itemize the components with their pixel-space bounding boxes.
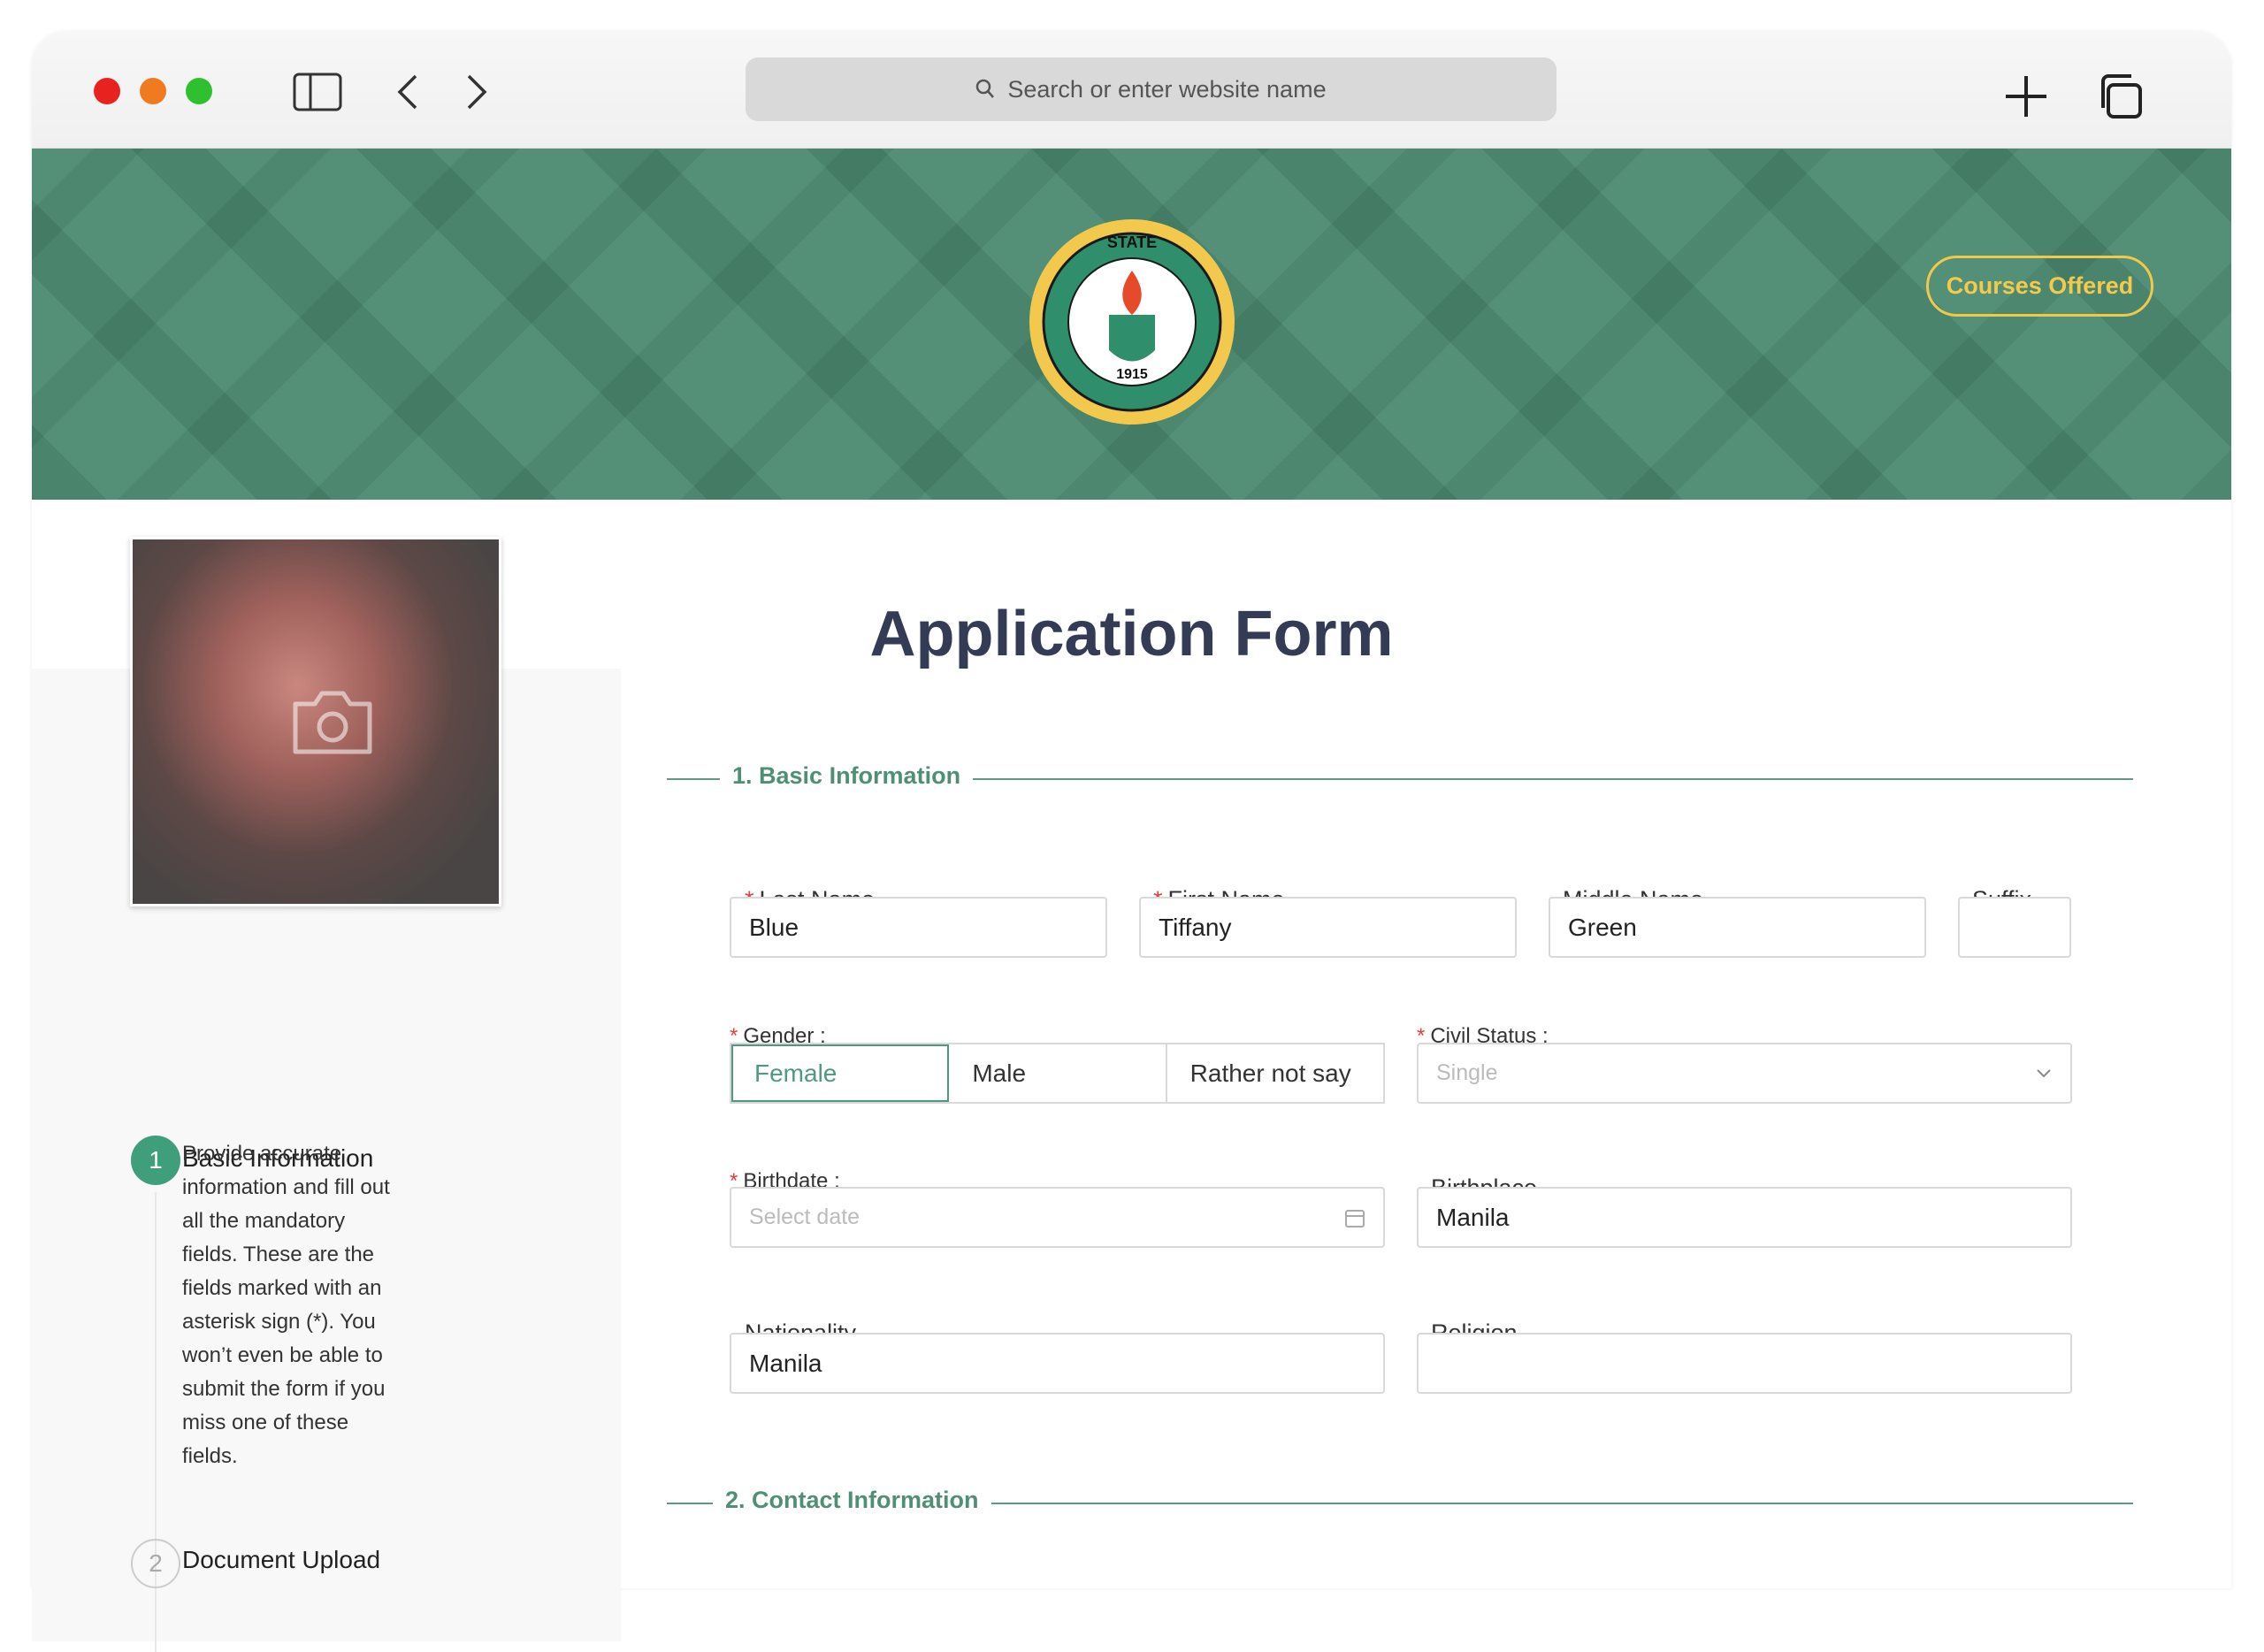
birthdate-placeholder: Select date (749, 1205, 860, 1229)
section-basic-title: 1. Basic Information (720, 762, 974, 790)
gender-option-male[interactable]: Male (949, 1044, 1167, 1102)
nationality-input[interactable]: Manila (730, 1333, 1385, 1394)
civil-status-select[interactable]: Single (1417, 1043, 2072, 1104)
back-icon[interactable] (394, 73, 421, 111)
birthdate-input[interactable]: Select date (730, 1187, 1385, 1248)
url-placeholder: Search or enter website name (1007, 75, 1327, 103)
svg-text:1915: 1915 (1116, 367, 1148, 382)
courses-offered-button[interactable]: Courses Offered (1926, 256, 2153, 317)
close-window-button[interactable] (94, 78, 120, 104)
browser-toolbar: Search or enter website name (32, 32, 2231, 149)
search-icon (976, 79, 995, 98)
sidebar-toggle-icon[interactable] (293, 73, 342, 111)
middle-name-input[interactable]: Green (1549, 897, 1926, 958)
header-banner: 1915 STATE Courses Offered (32, 149, 2231, 500)
birthplace-input[interactable]: Manila (1417, 1187, 2072, 1248)
new-tab-icon[interactable] (2004, 74, 2048, 119)
gender-option-rather-not-say[interactable]: Rather not say (1167, 1044, 1383, 1102)
maximize-window-button[interactable] (186, 78, 212, 104)
last-name-input[interactable]: Blue (730, 897, 1107, 958)
chevron-down-icon (2037, 1068, 2051, 1077)
camera-icon (293, 691, 372, 754)
section-contact-title: 2. Contact Information (713, 1487, 991, 1514)
calendar-icon (1345, 1209, 1365, 1228)
religion-input[interactable] (1417, 1333, 2072, 1394)
url-bar[interactable]: Search or enter website name (746, 57, 1556, 121)
step-2-badge: 2 (131, 1539, 180, 1588)
profile-photo-upload[interactable] (130, 537, 501, 906)
suffix-input[interactable] (1958, 897, 2071, 958)
step-1-badge: 1 (131, 1136, 180, 1185)
first-name-input[interactable]: Tiffany (1139, 897, 1517, 958)
tabs-overview-icon[interactable] (2096, 73, 2144, 120)
civil-status-placeholder: Single (1436, 1060, 1498, 1085)
minimize-window-button[interactable] (140, 78, 166, 104)
gender-selector: Female Male Rather not say (730, 1043, 1385, 1104)
university-logo: 1915 STATE (1029, 219, 1235, 424)
step-2-title[interactable]: Document Upload (182, 1546, 380, 1574)
svg-text:STATE: STATE (1107, 233, 1157, 251)
gender-option-female[interactable]: Female (731, 1044, 950, 1102)
step-1-description: Provide accurate information and fill ou… (182, 1142, 390, 1468)
forward-icon[interactable] (463, 73, 490, 111)
